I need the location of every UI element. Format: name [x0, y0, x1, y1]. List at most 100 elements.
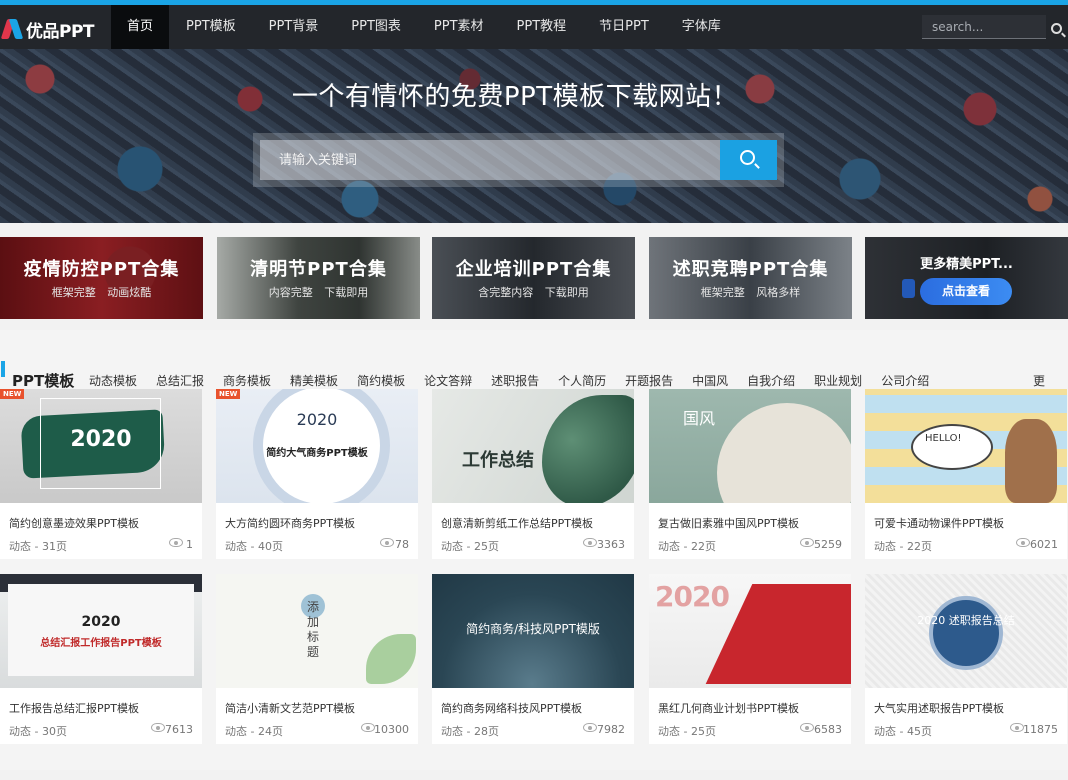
card-title[interactable]: 大方简约圆环商务PPT模板	[225, 515, 355, 531]
card-title[interactable]: 可爱卡通动物课件PPT模板	[874, 515, 1004, 531]
promo-subtitle: 框架完整 动画炫酷	[51, 286, 152, 299]
card-title[interactable]: 简洁小清新文艺范PPT模板	[225, 700, 355, 716]
template-card[interactable]: 添加标题 简洁小清新文艺范PPT模板 动态 - 24页 10300	[216, 574, 418, 744]
view-count: 10300	[374, 723, 409, 736]
thumb-graphic	[8, 584, 194, 676]
card-meta: 动态 - 24页	[225, 725, 283, 738]
search-icon[interactable]	[1051, 23, 1062, 34]
template-card[interactable]: 2020 述职报告总结 大气实用述职报告PPT模板 动态 - 45页 11875	[865, 574, 1067, 744]
promo-card-more[interactable]: 更多精美PPT... 点击查看	[865, 237, 1068, 319]
new-badge: NEW	[216, 389, 241, 399]
category-link[interactable]: 述职报告	[491, 372, 539, 389]
promo-subtitle: 框架完整 风格多样	[700, 286, 801, 299]
promo-card[interactable]: 清明节PPT合集 内容完整 下载即用	[217, 237, 420, 319]
logo-text: 优品PPT	[26, 21, 95, 42]
eye-icon	[800, 723, 814, 732]
nav-item-holiday-ppt[interactable]: 节日PPT	[583, 5, 665, 49]
card-title[interactable]: 创意清新剪纸工作总结PPT模板	[441, 515, 593, 531]
banner-search-input[interactable]	[260, 140, 720, 180]
template-card[interactable]: 2020 简约大气商务PPT模板 NEW 大方简约圆环商务PPT模板 动态 - …	[216, 389, 418, 559]
promo-title: 企业培训PPT合集	[455, 259, 612, 280]
nav-item-ppt-backgrounds[interactable]: PPT背景	[253, 5, 335, 49]
template-card[interactable]: 2020 黑红几何商业计划书PPT模板 动态 - 25页 6583	[649, 574, 851, 744]
header-search	[922, 15, 1046, 39]
template-thumbnail[interactable]: HELLO!	[865, 389, 1067, 503]
promo-card[interactable]: 述职竞聘PPT合集 框架完整 风格多样	[649, 237, 852, 319]
promo-subtitle: 含完整内容 下载即用	[478, 286, 589, 299]
card-meta: 动态 - 30页	[9, 725, 67, 738]
banner-title: 一个有情怀的免费PPT模板下载网站！	[291, 82, 739, 112]
eye-icon	[361, 723, 375, 732]
nav-item-fonts[interactable]: 字体库	[666, 5, 737, 49]
template-thumbnail[interactable]: 工作总结	[432, 389, 634, 503]
category-link[interactable]: 中国风	[692, 372, 728, 389]
category-link[interactable]: 个人简历	[558, 372, 606, 389]
template-thumbnail[interactable]: 2020 NEW	[0, 389, 202, 503]
promo-row: 疫情防控PPT合集 框架完整 动画炫酷 清明节PPT合集 内容完整 下载即用 企…	[0, 237, 1068, 319]
template-thumbnail[interactable]: 简约商务/科技风PPT模版	[432, 574, 634, 688]
category-link[interactable]: 总结汇报	[156, 372, 204, 389]
thumb-graphic	[366, 634, 416, 684]
thumb-text: 简约商务/科技风PPT模版	[466, 622, 600, 636]
template-thumbnail[interactable]: 2020 述职报告总结	[865, 574, 1067, 688]
category-link[interactable]: 精美模板	[290, 372, 338, 389]
view-more-button[interactable]: 点击查看	[920, 278, 1012, 305]
top-navbar: 优品PPT 首页 PPT模板 PPT背景 PPT图表 PPT素材 PPT教程 节…	[0, 0, 1068, 49]
category-bar: PPT模板 动态模板 总结汇报 商务模板 精美模板 简约模板 论文答辩 述职报告…	[0, 344, 1068, 405]
template-card[interactable]: 工作总结 创意清新剪纸工作总结PPT模板 动态 - 25页 3363	[432, 389, 634, 559]
logo-icon	[2, 16, 24, 42]
eye-icon	[151, 723, 165, 732]
eye-icon	[1016, 538, 1030, 547]
category-link[interactable]: 自我介绍	[747, 372, 795, 389]
header-search-input[interactable]	[922, 15, 1046, 38]
template-card[interactable]: 简约商务/科技风PPT模版 简约商务网络科技风PPT模板 动态 - 28页 79…	[432, 574, 634, 744]
card-title[interactable]: 简约创意墨迹效果PPT模板	[9, 515, 139, 531]
thumb-graphic	[911, 424, 993, 470]
template-thumbnail[interactable]: 2020 简约大气商务PPT模板 NEW	[216, 389, 418, 503]
promo-card[interactable]: 企业培训PPT合集 含完整内容 下载即用	[432, 237, 635, 319]
category-link[interactable]: 简约模板	[357, 372, 405, 389]
promo-title: 述职竞聘PPT合集	[672, 259, 829, 280]
view-count: 7982	[597, 723, 625, 736]
section-title[interactable]: PPT模板	[12, 370, 74, 391]
template-thumbnail[interactable]: 国风	[649, 389, 851, 503]
nav-item-ppt-materials[interactable]: PPT素材	[418, 5, 500, 49]
template-card[interactable]: HELLO! 可爱卡通动物课件PPT模板 动态 - 22页 6021	[865, 389, 1067, 559]
nav-item-home[interactable]: 首页	[111, 5, 170, 49]
promo-subtitle: 内容完整 下载即用	[268, 286, 369, 299]
eye-icon	[1010, 723, 1024, 732]
promo-title: 疫情防控PPT合集	[23, 259, 180, 280]
banner-search-button[interactable]	[720, 140, 777, 180]
card-meta: 动态 - 25页	[441, 540, 499, 553]
card-title[interactable]: 复古做旧素雅中国风PPT模板	[658, 515, 799, 531]
card-title[interactable]: 工作报告总结汇报PPT模板	[9, 700, 139, 716]
card-title[interactable]: 大气实用述职报告PPT模板	[874, 700, 1004, 716]
card-meta: 动态 - 22页	[874, 540, 932, 553]
category-link[interactable]: 职业规划	[814, 372, 862, 389]
nav-item-ppt-charts[interactable]: PPT图表	[335, 5, 417, 49]
card-meta: 动态 - 22页	[658, 540, 716, 553]
card-title[interactable]: 黑红几何商业计划书PPT模板	[658, 700, 799, 716]
nav-item-ppt-tutorials[interactable]: PPT教程	[501, 5, 583, 49]
category-link[interactable]: 论文答辩	[424, 372, 472, 389]
promo-card[interactable]: 疫情防控PPT合集 框架完整 动画炫酷	[0, 237, 203, 319]
thumb-subtext: 简约大气商务PPT模板	[266, 448, 368, 459]
card-title[interactable]: 简约商务网络科技风PPT模板	[441, 700, 582, 716]
template-thumbnail[interactable]: 添加标题	[216, 574, 418, 688]
category-link[interactable]: 开题报告	[625, 372, 673, 389]
template-card[interactable]: 国风 复古做旧素雅中国风PPT模板 动态 - 22页 5259	[649, 389, 851, 559]
thumb-subtext: 总结汇报工作报告PPT模板	[40, 638, 162, 649]
category-link[interactable]: 商务模板	[223, 372, 271, 389]
template-card[interactable]: 2020 总结汇报工作报告PPT模板 工作报告总结汇报PPT模板 动态 - 30…	[0, 574, 202, 744]
template-card[interactable]: 2020 NEW 简约创意墨迹效果PPT模板 动态 - 31页 1	[0, 389, 202, 559]
site-logo[interactable]: 优品PPT	[0, 10, 95, 48]
view-count: 6021	[1030, 538, 1058, 551]
category-link[interactable]: 动态模板	[89, 372, 137, 389]
thumb-text: 2020	[70, 427, 132, 452]
view-count: 7613	[165, 723, 193, 736]
template-thumbnail[interactable]: 2020 总结汇报工作报告PPT模板	[0, 574, 202, 688]
template-thumbnail[interactable]: 2020	[649, 574, 851, 688]
eye-icon	[169, 538, 183, 547]
category-link[interactable]: 公司介绍	[881, 372, 929, 389]
nav-item-ppt-templates[interactable]: PPT模板	[170, 5, 252, 49]
